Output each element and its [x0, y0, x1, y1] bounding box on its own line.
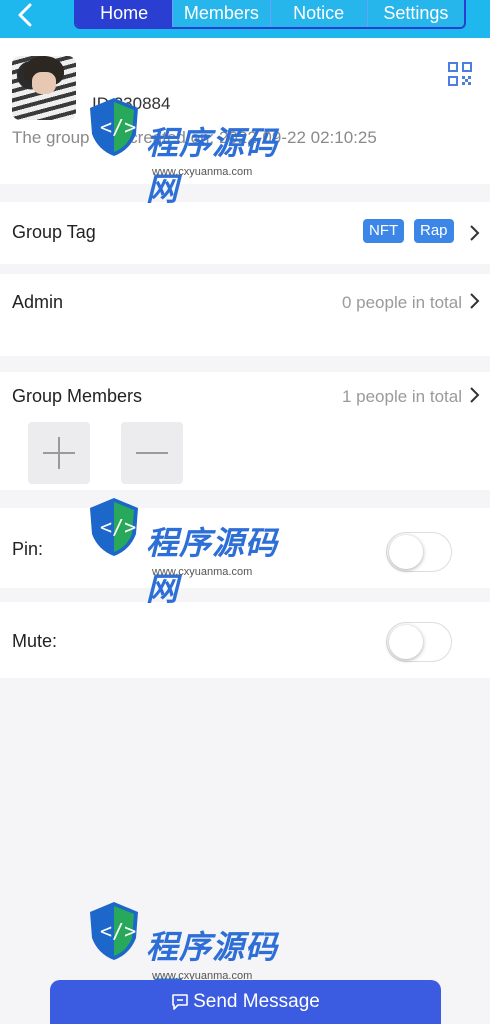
- mute-row: Mute:: [0, 602, 490, 678]
- pin-toggle[interactable]: [386, 532, 452, 572]
- tab-notice[interactable]: Notice: [269, 0, 367, 27]
- toggle-knob: [389, 535, 423, 569]
- group-members-label[interactable]: Group Members: [12, 386, 142, 407]
- watermark-logo: </> 程序源码网 www.cxyuanma.com: [86, 898, 296, 1011]
- mute-toggle[interactable]: [386, 622, 452, 662]
- group-avatar[interactable]: [12, 56, 76, 120]
- qr-code-icon[interactable]: [448, 62, 472, 86]
- svg-text:</>: </>: [100, 919, 136, 943]
- group-id: ID:330884: [92, 94, 171, 113]
- tag-badge-rap: Rap: [414, 219, 454, 243]
- pin-row: Pin:: [0, 508, 490, 588]
- plus-icon: [43, 437, 75, 469]
- back-button[interactable]: [8, 0, 42, 30]
- admin-count: 0 people in total: [341, 293, 462, 312]
- group-profile-card: ID:330884 The group was created on: 2022…: [0, 38, 490, 184]
- remove-member-button[interactable]: [121, 422, 183, 484]
- minus-icon: [136, 452, 168, 454]
- add-member-button[interactable]: [28, 422, 90, 484]
- admin-label: Admin: [12, 292, 64, 312]
- group-created-date: The group was created on: 2022-09-22 02:…: [12, 128, 377, 147]
- mute-label: Mute:: [12, 631, 58, 651]
- chevron-right-icon: [470, 293, 480, 309]
- shield-logo-icon: </>: [90, 902, 138, 960]
- tag-badge-nft: NFT: [363, 219, 405, 243]
- group-tag-row[interactable]: Group Tag NFT Rap: [0, 202, 490, 264]
- pin-label: Pin:: [12, 539, 44, 559]
- top-bar: Home Members Notice Settings: [0, 0, 490, 38]
- back-arrow-icon: [18, 3, 32, 27]
- chat-bubble-icon: [172, 994, 188, 1010]
- tab-home[interactable]: Home: [76, 0, 173, 27]
- send-message-button[interactable]: Send Message: [50, 980, 441, 1024]
- chevron-right-icon: [470, 225, 480, 241]
- tab-settings[interactable]: Settings: [366, 0, 464, 27]
- group-members-count[interactable]: 1 people in total: [342, 387, 462, 407]
- tab-members[interactable]: Members: [172, 0, 270, 27]
- tab-bar: Home Members Notice Settings: [74, 0, 466, 29]
- admin-row[interactable]: Admin 0 people in total: [0, 274, 490, 356]
- toggle-knob: [389, 625, 423, 659]
- send-message-label: Send Message: [193, 991, 320, 1012]
- group-members-row: Group Members 1 people in total: [0, 372, 490, 490]
- group-tag-label: Group Tag: [12, 222, 96, 242]
- chevron-right-icon[interactable]: [468, 386, 480, 404]
